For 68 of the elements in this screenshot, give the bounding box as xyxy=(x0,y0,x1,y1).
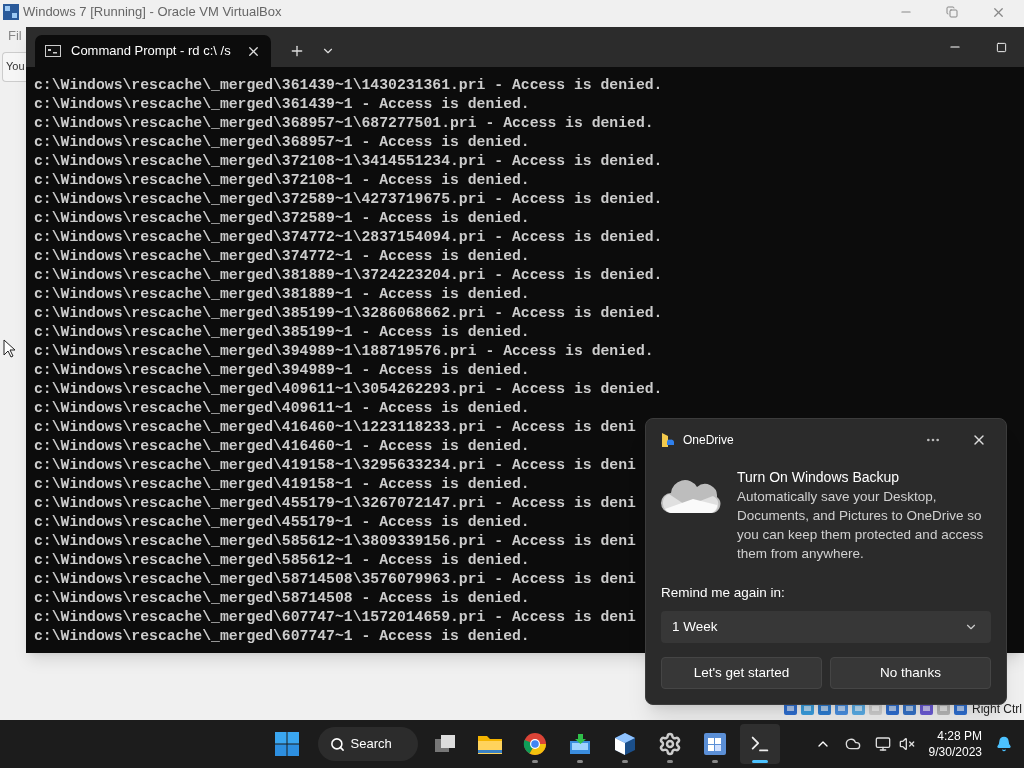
window-title: Windows 7 [Running] - Oracle VM VirtualBox xyxy=(23,3,282,22)
settings-icon xyxy=(657,732,682,756)
mouse-pointer-icon xyxy=(3,339,15,358)
terminal-line: c:\Windows\rescache\_merged\419158~1\3295633234.pri - Access is deni xyxy=(34,456,636,475)
notification-button[interactable]: No thanks xyxy=(830,657,991,690)
notification-bell-icon[interactable] xyxy=(996,736,1012,752)
terminal-line: c:\Windows\rescache\_merged\368957~1 - Access is denied. xyxy=(34,133,530,152)
notification-title: Turn On Windows Backup xyxy=(737,468,901,487)
terminal-line: c:\Windows\rescache\_merged\385199~1 - Access is denied. xyxy=(34,323,530,342)
terminal-tab[interactable]: Command Prompt - rd c:\ /s xyxy=(35,35,271,67)
cloud-icon[interactable] xyxy=(844,736,861,752)
maximize-icon[interactable] xyxy=(995,41,1007,53)
browser-icon xyxy=(522,732,547,756)
taskbar-app[interactable] xyxy=(739,724,780,764)
terminal-line: c:\Windows\rescache\_merged\455179~1\3267072147.pri - Access is deni xyxy=(34,494,636,513)
terminal-line: c:\Windows\rescache\_merged\585612~1\3809339156.pri - Access is deni xyxy=(34,532,636,551)
new-tab-icon[interactable] xyxy=(289,43,305,59)
terminal-line: c:\Windows\rescache\_merged\416460~1 - Access is denied. xyxy=(34,437,530,456)
download-box-icon xyxy=(567,733,592,755)
toolbar-button[interactable]: You xyxy=(2,51,26,82)
terminal-line: c:\Windows\rescache\_merged\607747~1 - Access is denied. xyxy=(34,627,530,646)
terminal-line: c:\Windows\rescache\_merged\385199~1\3286068662.pri - Access is denied. xyxy=(34,304,663,323)
running-indicator xyxy=(621,760,628,763)
terminal-line: c:\Windows\rescache\_merged\372589~1 - Access is denied. xyxy=(34,209,530,228)
terminal-line: c:\Windows\rescache\_merged\372108~1 - Access is denied. xyxy=(34,171,530,190)
terminal-line: c:\Windows\rescache\_merged\372108~1\3414551234.pri - Access is denied. xyxy=(34,152,663,171)
running-indicator xyxy=(751,760,768,763)
terminal-line: c:\Windows\rescache\_merged\394989~1\188719576.pri - Access is denied. xyxy=(34,342,654,361)
terminal-line: c:\Windows\rescache\_merged\372589~1\4273719675.pri - Access is denied. xyxy=(34,190,663,209)
command-prompt-icon xyxy=(45,45,61,57)
search-button[interactable]: Search xyxy=(317,727,418,761)
cube-icon xyxy=(613,732,636,756)
search-icon xyxy=(329,736,345,752)
terminal-line: c:\Windows\rescache\_merged\419158~1 - Access is denied. xyxy=(34,475,530,494)
notification-body: Automatically save your Desktop, Documents, and Pictures to OneDrive so you can keep them protected and access them from anywhere. xyxy=(737,488,985,563)
windows-logo-box-icon xyxy=(702,732,727,756)
terminal-line: c:\Windows\rescache\_merged\381889~1\3724223204.pri - Access is denied. xyxy=(34,266,663,285)
running-indicator xyxy=(531,760,538,763)
terminal-line: c:\Windows\rescache\_merged\361439~1 - Access is denied. xyxy=(34,95,530,114)
network-icon[interactable] xyxy=(874,736,891,752)
terminal-line: c:\Windows\rescache\_merged\394989~1 - Access is denied. xyxy=(34,361,530,380)
app-icon xyxy=(3,4,19,20)
terminal-line: c:\Windows\rescache\_merged\455179~1 - Access is denied. xyxy=(34,513,530,532)
volume-muted-icon[interactable] xyxy=(898,736,915,752)
running-indicator xyxy=(576,760,583,763)
terminal-line: c:\Windows\rescache\_merged\585612~1 - Access is denied. xyxy=(34,551,530,570)
remind-label: Remind me again in: xyxy=(661,584,786,602)
terminal-line: c:\Windows\rescache\_merged\607747~1\1572014659.pri - Access is deni xyxy=(34,608,636,627)
terminal-line: c:\Windows\rescache\_merged\409611~1\3054262293.pri - Access is denied. xyxy=(34,380,663,399)
running-indicator xyxy=(711,760,718,763)
remind-dropdown[interactable]: 1 Week xyxy=(661,611,991,644)
terminal-line: c:\Windows\rescache\_merged\374772~1\2837154094.pri - Access is denied. xyxy=(34,228,663,247)
notification-button[interactable]: Let's get started xyxy=(661,657,822,690)
terminal-line: c:\Windows\rescache\_merged\381889~1 - Access is denied. xyxy=(34,285,530,304)
folder-icon xyxy=(476,733,503,755)
app-name: OneDrive xyxy=(683,432,734,449)
terminal-line: c:\Windows\rescache\_merged\368957~1\687277501.pri - Access is denied. xyxy=(34,114,654,133)
terminal-line: c:\Windows\rescache\_merged\58714508 - Access is denied. xyxy=(34,589,530,608)
tab-title: Command Prompt - rd c:\ /s xyxy=(71,42,231,61)
clock[interactable]: 4:28 PM 9/30/2023 xyxy=(928,728,982,760)
terminal-line: c:\Windows\rescache\_merged\374772~1 - Access is denied. xyxy=(34,247,530,266)
terminal-line: c:\Windows\rescache\_merged\409611~1 - Access is denied. xyxy=(34,399,530,418)
onedrive-icon xyxy=(661,432,675,448)
terminal-line: c:\Windows\rescache\_merged\416460~1\1223118233.pri - Access is deni xyxy=(34,418,636,437)
running-indicator xyxy=(666,760,673,763)
terminal-line: c:\Windows\rescache\_merged\58714508\3576079963.pri - Access is deni xyxy=(34,570,636,589)
start-icon[interactable] xyxy=(274,732,299,756)
terminal-line: c:\Windows\rescache\_merged\361439~1\1430231361.pri - Access is denied. xyxy=(34,76,663,95)
